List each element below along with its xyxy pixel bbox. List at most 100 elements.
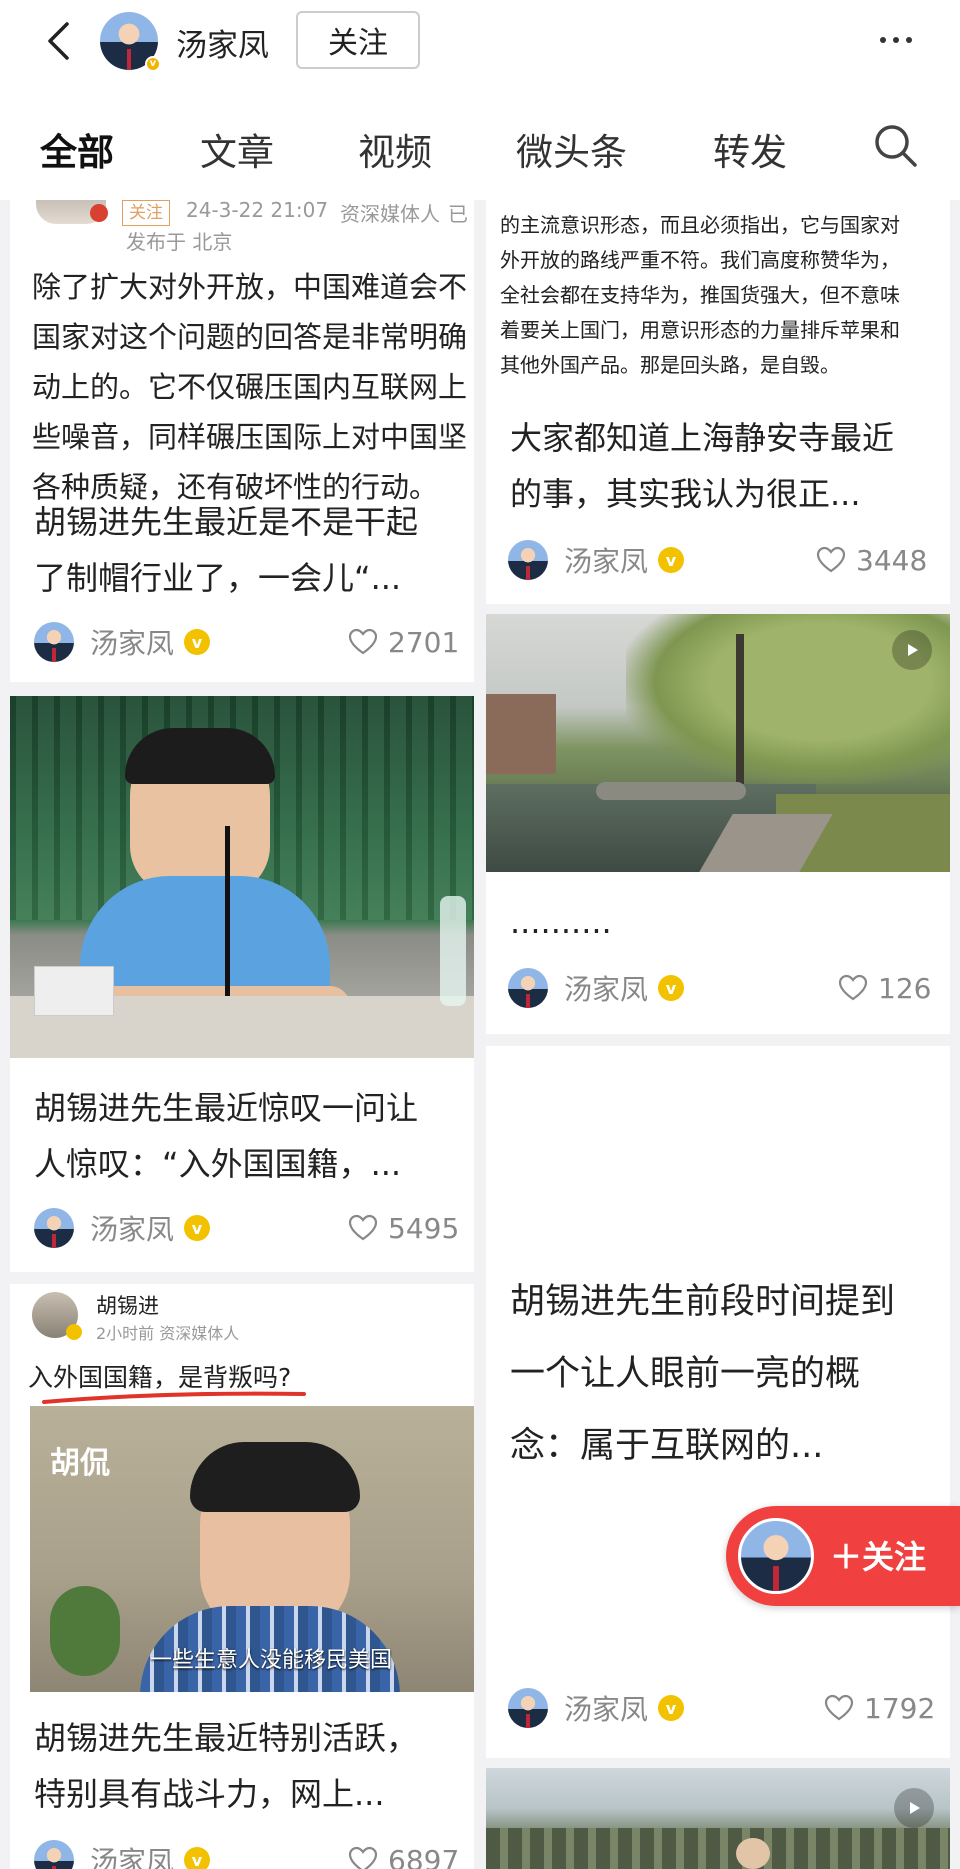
screenshot-text-line: 动上的。它不仅碾压国内互联网上 [32, 370, 468, 404]
more-button[interactable] [872, 20, 920, 60]
more-dots-icon [880, 37, 886, 43]
screenshot-role-cut: 已 [448, 202, 468, 226]
feed-card-video-7[interactable] [486, 1768, 950, 1869]
card-author[interactable]: 汤家凤 v [508, 538, 685, 582]
play-icon[interactable] [894, 1788, 934, 1828]
verified-badge-icon: v [658, 547, 685, 573]
like-count: 6897 [388, 1843, 460, 1869]
verified-badge-icon: v [144, 55, 161, 72]
card-title[interactable]: 胡锡进先生最近是不是干起了制帽行业了，一会儿“... [34, 494, 444, 606]
video-watermark: 胡侃 [50, 1446, 110, 1481]
screenshot-text-line: 外开放的路线严重不符。我们高度称赞华为， [500, 248, 900, 272]
card-author[interactable]: 汤家凤 v [34, 620, 211, 664]
follow-button[interactable]: 关注 [296, 11, 420, 69]
screenshot-text-line: 的主流意识形态，而且必须指出，它与国家对 [500, 213, 900, 237]
card-title[interactable]: 胡锡进先生前段时间提到一个让人眼前一亮的概念：属于互联网的... [510, 1266, 920, 1482]
verified-badge-icon: v [658, 1695, 685, 1721]
like-button[interactable]: 2701 [348, 620, 459, 664]
tab-bar: 全部 文章 视频 微头条 转发 [0, 82, 960, 200]
like-button[interactable]: 6897 [348, 1838, 459, 1869]
like-button[interactable]: 126 [838, 966, 931, 1010]
card-author[interactable]: 汤家凤 v [34, 1206, 211, 1250]
tab-micro-posts[interactable]: 微头条 [516, 122, 627, 176]
screenshot-text-line: 国家对这个问题的回答是非常明确 [32, 320, 468, 354]
feed-card-video-5[interactable]: .......... 汤家凤 v 126 [486, 614, 950, 1034]
verified-badge-icon [90, 204, 108, 222]
like-button[interactable]: 1792 [824, 1686, 935, 1730]
heart-icon [816, 546, 846, 573]
heart-icon [824, 1694, 854, 1721]
video-subtitle: 一些生意人没能移民美国 [150, 1648, 393, 1673]
tab-videos[interactable]: 视频 [358, 122, 432, 176]
search-icon[interactable] [872, 122, 920, 170]
video-thumbnail[interactable]: 胡侃 一些生意人没能移民美国 [30, 1406, 474, 1692]
card-title[interactable]: .......... [510, 894, 920, 950]
author-avatar [508, 540, 548, 580]
heart-icon [348, 1846, 378, 1869]
play-icon[interactable] [892, 630, 932, 670]
author-avatar [508, 1688, 548, 1728]
feed-card-article-4[interactable]: 的主流意识形态，而且必须指出，它与国家对 外开放的路线严重不符。我们高度称赞华为… [486, 200, 950, 604]
tab-articles[interactable]: 文章 [200, 122, 274, 176]
red-underline-mark [42, 1391, 306, 1404]
floating-follow-label: ＋关注 [830, 1538, 927, 1576]
screenshot-text-line: 些噪音，同样碾压国际上对中国坚 [32, 420, 468, 454]
screenshot-role: 资深媒体人 [340, 202, 440, 226]
video-thumbnail[interactable] [486, 1768, 950, 1869]
author-avatar [34, 1840, 74, 1869]
heart-icon [348, 628, 378, 655]
feed-card-micro-post-6[interactable]: 胡锡进先生前段时间提到一个让人眼前一亮的概念：属于互联网的... 汤家凤 v 1… [486, 1046, 950, 1758]
verified-badge-icon: v [184, 629, 211, 655]
author-name: 汤家凤 [90, 1845, 175, 1869]
screenshot-text-line: 着要关上国门，用意识形态的力量排斥苹果和 [500, 318, 900, 342]
heart-icon [348, 1214, 378, 1241]
like-count: 126 [878, 971, 932, 1005]
screenshot-text-line: 其他外国产品。那是回头路，是自毁。 [500, 353, 840, 377]
screenshot-text-line: 全社会都在支持华为，推国货强大，但不意味 [500, 283, 900, 307]
author-name: 汤家凤 [564, 973, 649, 1006]
author-avatar [34, 622, 74, 662]
like-button[interactable]: 3448 [816, 538, 927, 582]
like-count: 2701 [388, 625, 460, 659]
like-count: 5495 [388, 1211, 460, 1245]
card-title[interactable]: 大家都知道上海静安寺最近的事，其实我认为很正... [510, 410, 920, 522]
card-author[interactable]: 汤家凤 v [34, 1838, 211, 1869]
author-avatar [738, 1518, 814, 1594]
author-name: 汤家凤 [564, 545, 649, 578]
verified-badge-icon: v [184, 1215, 211, 1241]
card-title[interactable]: 胡锡进先生最近惊叹一问让人惊叹：“入外国国籍，... [34, 1080, 444, 1192]
author-avatar [34, 1208, 74, 1248]
like-button[interactable]: 5495 [348, 1206, 459, 1250]
top-bar: v 汤家凤 关注 [0, 0, 960, 82]
screenshot-follow-tag: 关注 [122, 200, 170, 226]
feed-card-article-3[interactable]: 胡锡进 2小时前 资深媒体人 入外国国籍，是背叛吗? 胡侃 一些生意人没能移民美… [10, 1284, 474, 1869]
verified-badge-icon [66, 1324, 82, 1340]
card-author[interactable]: 汤家凤 v [508, 1686, 685, 1730]
author-avatar[interactable]: v [100, 12, 161, 72]
author-name: 汤家凤 [90, 627, 175, 660]
like-count: 1792 [864, 1691, 936, 1725]
verified-badge-icon: v [658, 975, 685, 1001]
screenshot-timestamp: 24-3-22 21:07 [186, 200, 329, 222]
floating-follow-button[interactable]: ＋关注 [726, 1506, 960, 1606]
card-author[interactable]: 汤家凤 v [508, 966, 685, 1010]
screenshot-location: 发布于 北京 [126, 230, 233, 254]
author-avatar [508, 968, 548, 1008]
feed-card-article-1[interactable]: 关注 24-3-22 21:07 资深媒体人 已 发布于 北京 除了扩大对外开放… [10, 200, 474, 682]
card-title[interactable]: 胡锡进先生最近特别活跃，特别具有战斗力，网上... [34, 1710, 444, 1822]
feed-card-article-2[interactable]: 胡锡进先生最近惊叹一问让人惊叹：“入外国国籍，... 汤家凤 v 5495 [10, 696, 474, 1272]
tab-reposts[interactable]: 转发 [713, 122, 787, 176]
author-name: 汤家凤 [564, 1693, 649, 1726]
article-photo [10, 696, 474, 1058]
like-count: 3448 [856, 543, 928, 577]
screenshot-author: 胡锡进 [96, 1294, 159, 1318]
verified-badge-icon: v [184, 1847, 211, 1869]
video-thumbnail[interactable] [486, 614, 950, 872]
screenshot-meta: 2小时前 资深媒体人 [96, 1324, 240, 1343]
author-name: 汤家凤 [90, 1213, 175, 1246]
tab-all[interactable]: 全部 [40, 122, 114, 176]
author-name[interactable]: 汤家凤 [176, 20, 269, 65]
screenshot-text-line: 除了扩大对外开放，中国难道会不 [32, 270, 468, 304]
chevron-left-icon [48, 22, 69, 60]
back-button[interactable] [38, 18, 78, 64]
